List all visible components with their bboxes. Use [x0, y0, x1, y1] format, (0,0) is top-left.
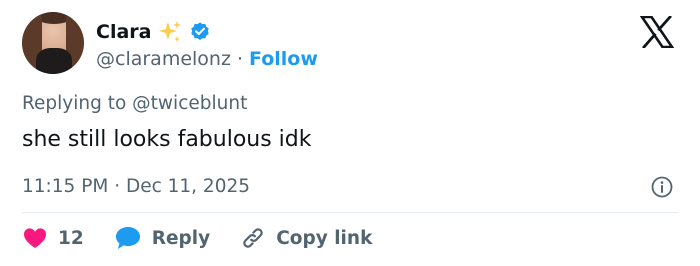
tweet-timestamp[interactable]: 11:15 PM · Dec 11, 2025 [22, 176, 250, 197]
divider [22, 212, 678, 213]
copy-link-label: Copy link [276, 227, 373, 249]
avatar[interactable] [22, 12, 84, 74]
copy-link-button[interactable]: Copy link [240, 225, 372, 251]
follow-button[interactable]: Follow [249, 48, 318, 70]
verified-badge-icon [191, 22, 210, 40]
author-handle[interactable]: @claramelonz [96, 48, 231, 70]
link-icon [243, 228, 263, 248]
reply-label: Reply [151, 227, 211, 249]
tweet-text: she still looks fabulous idk [22, 127, 312, 152]
like-count: 12 [58, 227, 84, 249]
heart-icon [24, 228, 46, 248]
like-button[interactable]: 12 [22, 226, 84, 250]
replying-to: Replying to @twiceblunt [22, 93, 248, 114]
reply-button[interactable]: Reply [114, 225, 210, 251]
author-name-row: Clara [96, 20, 211, 44]
sparkles-icon [159, 21, 182, 42]
x-logo-icon[interactable] [640, 16, 674, 48]
separator-dot: · [236, 48, 243, 70]
author-handle-row: @claramelonz · Follow [96, 48, 318, 70]
author-name[interactable]: Clara [96, 21, 151, 43]
action-bar: 12 Reply Copy link [22, 224, 372, 252]
reply-bubble-icon [115, 227, 140, 249]
info-icon[interactable] [651, 176, 673, 198]
